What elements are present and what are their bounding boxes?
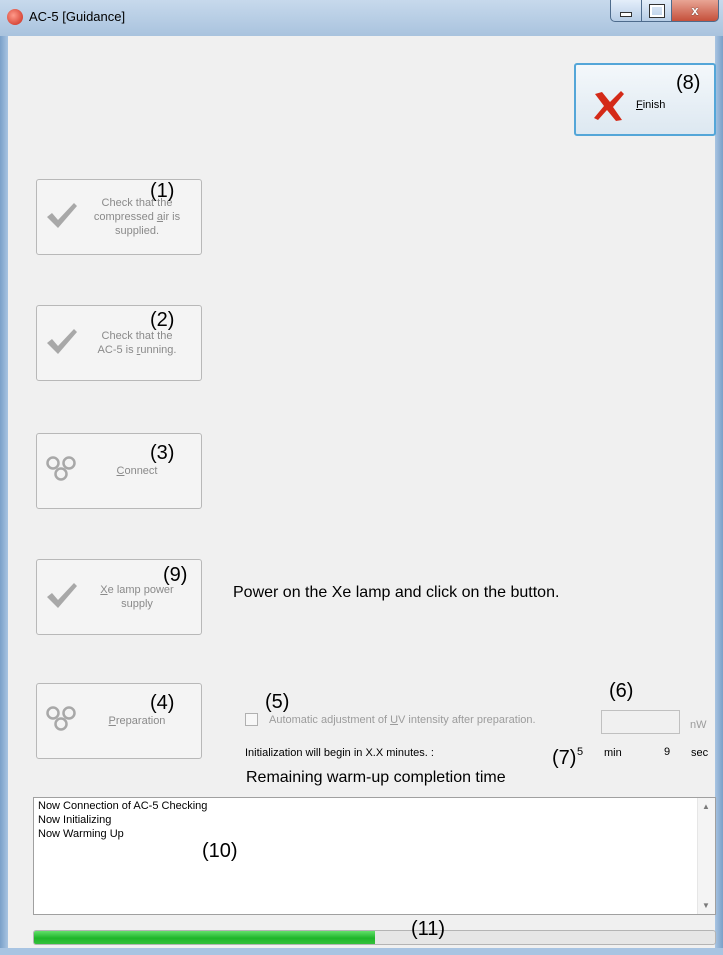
scroll-down-icon[interactable]: ▼ [702,901,710,910]
marker-3: (3) [150,442,175,464]
intensity-unit: nW [690,719,707,731]
marker-6: (6) [609,680,634,702]
warmup-progress-bar [33,930,716,945]
checkmark-icon [47,203,77,228]
connect-button[interactable]: Connect [36,433,202,509]
check-ac5-running-label: Check that the AC-5 is running. [97,330,177,356]
connect-icon [46,706,76,731]
marker-5: (5) [265,691,290,713]
timer-minutes-label: min [604,747,622,759]
app-icon [7,9,23,25]
preparation-button[interactable]: Preparation [36,683,202,759]
marker-2: (2) [150,309,175,331]
check-ac5-running-button[interactable]: Check that the AC-5 is running. [36,305,202,381]
uv-auto-adjust-label: Automatic adjustment of UV intensity aft… [269,714,536,726]
minimize-icon [620,12,632,17]
marker-10: (10) [202,840,238,862]
window-title: AC-5 [Guidance] [29,9,126,24]
title-bar[interactable]: AC-5 [Guidance] x [0,0,723,36]
checkmark-icon [47,329,77,354]
uv-auto-adjust-checkbox[interactable] [245,713,258,726]
marker-7: (7) [552,747,577,769]
finish-label: Finish [636,99,666,111]
finish-x-icon [592,90,626,126]
marker-8: (8) [676,72,701,94]
window-frame-bottom [0,948,723,955]
close-button[interactable]: x [671,0,719,22]
log-scrollbar[interactable]: ▲ ▼ [697,798,715,914]
log-line: Now Warming Up [38,828,124,840]
remaining-time-label: Remaining warm-up completion time [246,769,506,786]
scroll-up-icon[interactable]: ▲ [702,802,710,811]
window-frame-left [0,36,8,955]
marker-9: (9) [163,564,188,586]
status-log[interactable]: Now Connection of AC-5 Checking Now Init… [33,797,716,915]
marker-1: (1) [150,180,175,202]
window-frame-right [715,36,723,955]
progress-fill [34,931,375,944]
instruction-text: Power on the Xe lamp and click on the bu… [233,584,560,601]
close-icon: x [691,3,699,18]
log-line: Now Initializing [38,814,112,826]
timer-seconds-label: sec [691,747,709,759]
timer-minutes: 5 [577,746,584,758]
minimize-button[interactable] [610,0,642,22]
connect-icon [46,456,76,481]
maximize-button[interactable] [641,0,672,22]
preparation-label: Preparation [108,715,166,727]
marker-4: (4) [150,692,175,714]
check-compressed-air-label: Check that the compressed air is supplied. [93,197,181,237]
marker-11: (11) [411,918,446,940]
init-message: Initialization will begin in X.X minutes… [245,747,434,759]
uv-intensity-field[interactable] [601,710,680,734]
timer-seconds: 9 [664,746,671,758]
check-compressed-air-button[interactable]: Check that the compressed air is supplied. [36,179,202,255]
log-line: Now Connection of AC-5 Checking [38,800,208,812]
checkmark-icon [47,583,77,608]
connect-label: Connect [116,465,158,477]
maximize-icon [648,3,665,18]
